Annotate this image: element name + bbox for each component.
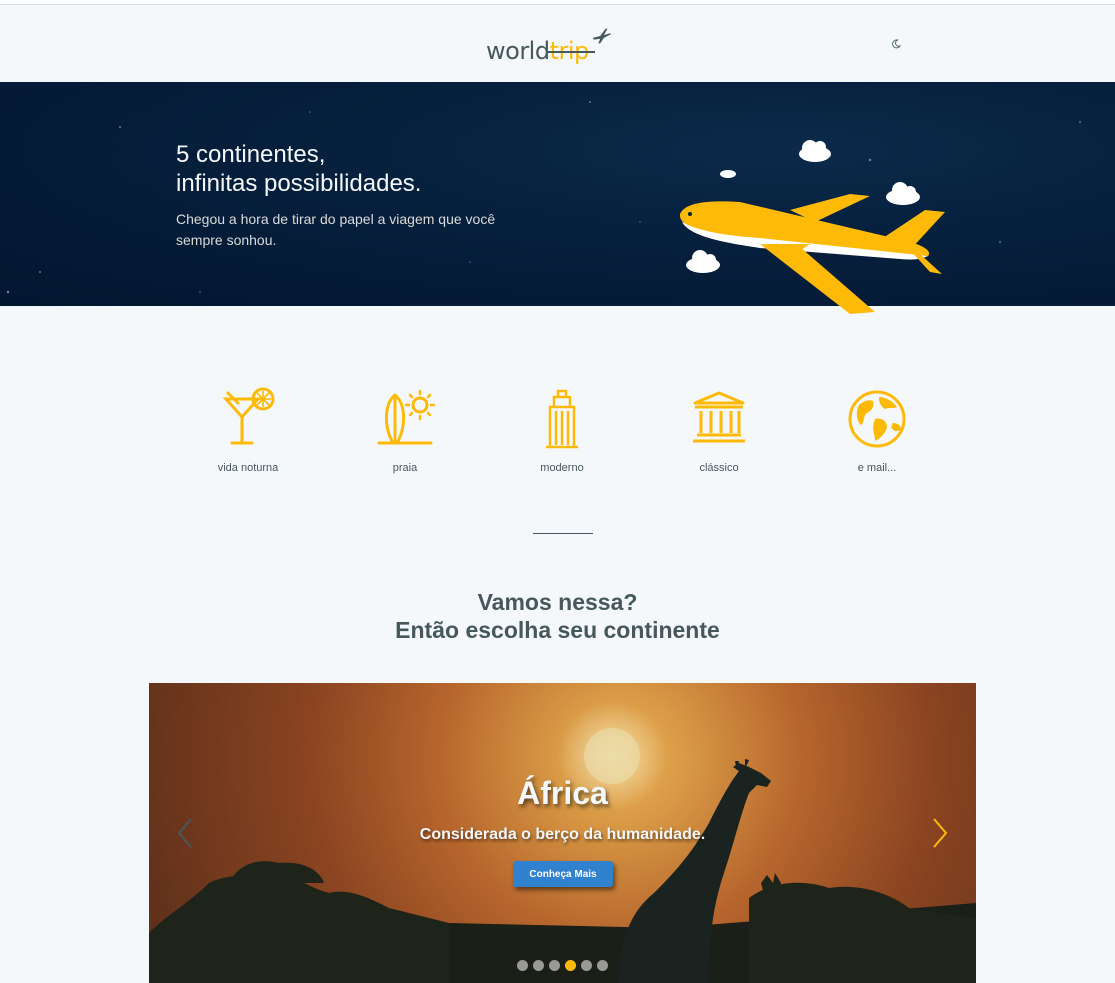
type-item-e-mais: e mail... <box>817 385 937 474</box>
hero-banner: 5 continentes, infinitas possibilidades.… <box>0 82 1115 314</box>
continent-carousel[interactable]: África Considerada o berço da humanidade… <box>149 683 976 983</box>
carousel-dot-5[interactable] <box>581 960 592 971</box>
type-label: moderno <box>540 462 584 474</box>
travel-types: vida noturna praia moderno clássico e ma… <box>0 385 1115 495</box>
surfboard-sun-icon <box>377 389 436 445</box>
hero-title: 5 continentes, infinitas possibilidades. <box>176 140 421 198</box>
type-label: clássico <box>699 462 739 474</box>
carousel-pagination <box>517 960 608 971</box>
slide-title: África <box>517 775 608 811</box>
carousel-prev-button[interactable] <box>173 817 197 849</box>
logo-world-text: world <box>486 37 550 65</box>
carousel-next-button[interactable] <box>928 817 952 849</box>
site-header: world trip <box>0 5 1115 82</box>
museum-icon <box>693 391 745 443</box>
building-icon <box>546 389 578 449</box>
hero-title-line1: 5 continentes, <box>176 141 326 168</box>
carousel-dot-4-active[interactable] <box>565 960 576 971</box>
type-label: vida noturna <box>217 462 279 474</box>
type-label: e mail... <box>857 462 897 474</box>
carousel-dot-3[interactable] <box>549 960 560 971</box>
type-item-classico: clássico <box>659 385 779 474</box>
airplane-illustration-icon <box>679 140 945 314</box>
hero-title-line2: infinitas possibilidades. <box>176 170 422 197</box>
carousel-dot-6[interactable] <box>597 960 608 971</box>
logo-airplane-icon <box>592 28 612 44</box>
type-item-vida-noturna: vida noturna <box>188 385 308 474</box>
cta-line2: Então escolha seu continente <box>395 617 720 643</box>
slide-subtitle: Considerada o berço da humanidade. <box>419 826 706 843</box>
type-label: praia <box>392 462 418 474</box>
cta-line1: Vamos nessa? <box>477 589 638 615</box>
globe-icon <box>848 390 906 448</box>
chevron-left-icon <box>177 818 192 848</box>
type-item-moderno: moderno <box>502 385 622 474</box>
cta-heading: Vamos nessa? Então escolha seu continent… <box>0 588 1115 644</box>
carousel-dot-1[interactable] <box>517 960 528 971</box>
moon-icon <box>892 39 901 49</box>
chevron-right-icon <box>933 818 948 848</box>
logo[interactable]: world trip <box>486 23 616 63</box>
carousel-dot-2[interactable] <box>533 960 544 971</box>
type-item-praia: praia <box>345 385 465 474</box>
dark-mode-toggle[interactable] <box>888 36 904 52</box>
logo-trip-text: trip <box>545 37 595 65</box>
learn-more-button[interactable]: Conheça Mais <box>513 861 613 887</box>
hero-subtitle: Chegou a hora de tirar do papel a viagem… <box>176 211 496 248</box>
section-divider <box>533 533 593 534</box>
cocktail-icon <box>222 387 275 445</box>
